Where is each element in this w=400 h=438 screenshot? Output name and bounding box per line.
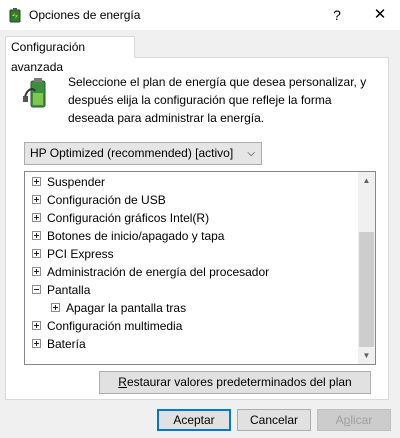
- window-title: Opciones de energía: [29, 8, 141, 22]
- tree-item-turn-off-display[interactable]: Apagar la pantalla tras: [51, 299, 186, 317]
- tab-panel: Seleccione el plan de energía que desea …: [5, 57, 389, 400]
- tree-item-processor[interactable]: Administración de energía del procesador: [32, 263, 269, 281]
- expand-icon[interactable]: [32, 249, 41, 259]
- expand-icon[interactable]: [32, 177, 41, 187]
- tree-item-display[interactable]: Pantalla: [32, 281, 90, 299]
- scroll-up-icon[interactable]: ▲: [358, 172, 375, 189]
- scroll-down-icon[interactable]: ▼: [358, 347, 375, 364]
- title-bar: Opciones de energía ? ✕: [0, 0, 400, 30]
- expand-icon[interactable]: [32, 339, 41, 349]
- tree-item-battery[interactable]: Batería: [32, 335, 86, 353]
- help-button[interactable]: ?: [320, 0, 354, 30]
- scroll-thumb[interactable]: [359, 232, 374, 347]
- description-text: Seleccione el plan de energía que desea …: [68, 75, 367, 125]
- restore-defaults-button[interactable]: Restaurar valores predeterminados del pl…: [99, 371, 371, 394]
- power-plan-value: HP Optimized (recommended) [activo]: [30, 146, 234, 160]
- expand-icon[interactable]: [32, 267, 41, 277]
- tree-item-pci-express[interactable]: PCI Express: [32, 245, 114, 263]
- tree-item-suspend[interactable]: Suspender: [32, 173, 105, 191]
- battery-plug-icon: [23, 77, 53, 114]
- expand-icon[interactable]: [32, 321, 41, 331]
- collapse-icon[interactable]: [32, 285, 41, 295]
- chevron-down-icon: ⌵: [247, 148, 255, 159]
- tree-item-intel-graphics[interactable]: Configuración gráficos Intel(R): [32, 209, 209, 227]
- tree-item-power-buttons[interactable]: Botones de inicio/apagado y tapa: [32, 227, 224, 245]
- tree-item-multimedia[interactable]: Configuración multimedia: [32, 317, 182, 335]
- tab-advanced-settings[interactable]: Configuración avanzada: [5, 36, 135, 74]
- accept-button[interactable]: Aceptar: [157, 409, 231, 431]
- apply-button[interactable]: Aplicar: [317, 409, 391, 431]
- tree-item-usb[interactable]: Configuración de USB: [32, 191, 166, 209]
- settings-tree[interactable]: Suspender Configuración de USB Configura…: [24, 171, 376, 365]
- cancel-button[interactable]: Cancelar: [237, 409, 311, 431]
- expand-icon[interactable]: [32, 195, 41, 205]
- vertical-scrollbar[interactable]: ▲ ▼: [358, 172, 375, 364]
- expand-icon[interactable]: [51, 303, 60, 313]
- expand-icon[interactable]: [32, 213, 41, 223]
- power-options-icon: [7, 7, 23, 26]
- power-plan-select[interactable]: HP Optimized (recommended) [activo] ⌵: [24, 142, 262, 165]
- close-button[interactable]: ✕: [360, 0, 400, 30]
- expand-icon[interactable]: [32, 231, 41, 241]
